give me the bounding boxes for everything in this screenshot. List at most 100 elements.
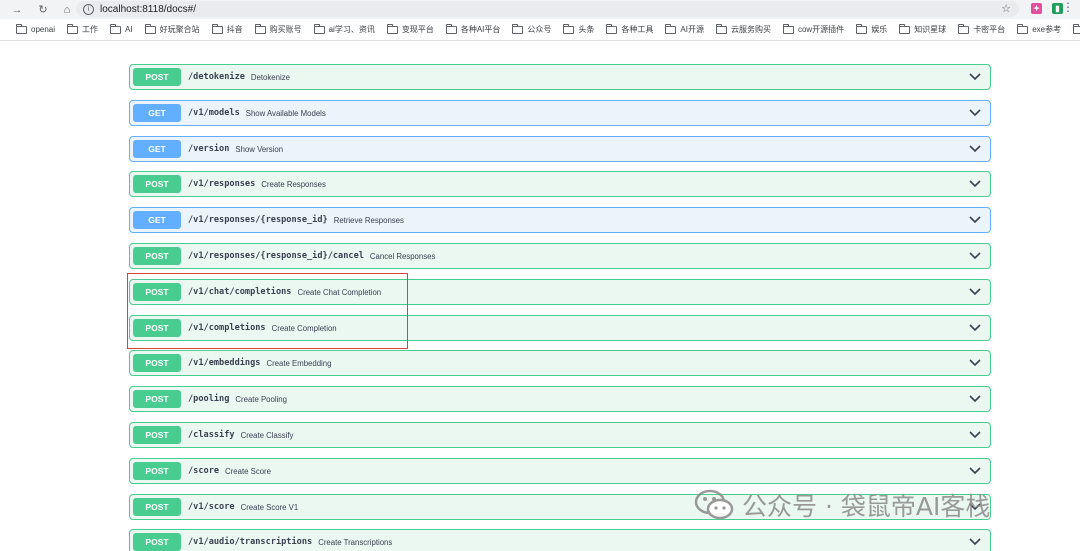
bookmark-label: 公众号	[527, 25, 552, 34]
chevron-down-icon[interactable]	[968, 355, 982, 369]
bookmark-star-icon[interactable]: ☆	[1001, 2, 1011, 15]
endpoint-row[interactable]: GET/v1/responses/{response_id} Retrieve R…	[129, 207, 991, 233]
chevron-down-icon[interactable]	[968, 284, 982, 298]
endpoint-row[interactable]: GET/v1/models Show Available Models	[129, 100, 991, 126]
chevron-down-icon[interactable]	[968, 463, 982, 477]
endpoint-row[interactable]: POST/v1/audio/transcriptions Create Trans…	[129, 529, 991, 551]
method-badge: POST	[133, 426, 181, 444]
bookmark-folder[interactable]: openai	[16, 23, 55, 34]
endpoint-path: /v1/responses/{response_id}	[188, 215, 328, 225]
endpoint-path: /detokenize	[188, 72, 245, 82]
chevron-down-icon[interactable]	[968, 69, 982, 83]
method-badge: GET	[133, 104, 181, 122]
endpoint-row[interactable]: POST/v1/responses/{response_id}/cancel Ca…	[129, 243, 991, 269]
bookmark-label: 知识星球	[914, 25, 947, 34]
site-info-icon[interactable]: i	[83, 3, 94, 15]
endpoint-path: /pooling	[188, 394, 230, 404]
endpoint-summary: Show Available Models	[245, 108, 326, 118]
method-badge: POST	[133, 319, 181, 337]
bookmark-folder[interactable]: 抖音	[211, 23, 243, 35]
endpoint-row[interactable]: POST/pooling Create Pooling	[129, 386, 991, 412]
endpoint-row[interactable]: POST/classify Create Classify	[129, 422, 991, 448]
chevron-down-icon[interactable]	[968, 534, 982, 548]
forward-icon[interactable]: →	[8, 2, 26, 18]
bookmark-label: 好玩聚合站	[159, 25, 200, 34]
folder-icon	[144, 23, 156, 34]
chevron-down-icon[interactable]	[968, 176, 982, 190]
bookmark-folder[interactable]: cow开源插件	[782, 23, 844, 35]
chevron-down-icon[interactable]	[968, 141, 982, 155]
home-icon[interactable]: ⌂	[58, 2, 76, 18]
bookmark-label: 各种工具	[621, 25, 654, 34]
endpoint-path: /classify	[188, 430, 235, 440]
folder-icon	[958, 23, 970, 34]
endpoint-row[interactable]: POST/v1/chat/completions Create Chat Comp…	[129, 279, 991, 305]
endpoint-path: /v1/embeddings	[188, 358, 261, 368]
bookmark-folder[interactable]: 头条	[563, 23, 594, 35]
watermark-text: 公众号 · 袋鼠帝AI客栈	[742, 492, 991, 521]
address-bar[interactable]: i localhost:8118/docs#/ ☆	[76, 1, 1019, 17]
endpoint-summary: Create Classify	[240, 430, 294, 440]
endpoint-summary: Retrieve Responses	[333, 215, 404, 225]
endpoint-row[interactable]: POST/v1/responses Create Responses	[129, 171, 991, 197]
bookmark-folder[interactable]: 娱乐	[856, 23, 887, 35]
endpoint-path: /score	[188, 466, 220, 476]
menu-icon[interactable]: ⋮	[1062, 0, 1074, 14]
folder-icon	[665, 23, 677, 34]
bookmark-folder[interactable]: AI开源	[665, 23, 704, 35]
endpoint-row[interactable]: POST/v1/embeddings Create Embedding	[129, 350, 991, 376]
extension-icon[interactable]: ✦	[1031, 3, 1042, 14]
bookmark-label: 工作	[82, 25, 99, 34]
bookmark-folder[interactable]: 各种工具	[606, 23, 654, 35]
bookmark-folder[interactable]: 源码保护	[1073, 23, 1080, 35]
endpoint-path: /v1/completions	[188, 323, 266, 333]
bookmark-folder[interactable]: 公众号	[512, 23, 552, 35]
bookmark-folder[interactable]: 卡密平台	[958, 23, 1005, 35]
bookmark-folder[interactable]: exe参考	[1017, 23, 1062, 35]
endpoint-row[interactable]: POST/detokenize Detokenize	[129, 64, 991, 90]
endpoint-summary: Create Pooling	[235, 394, 287, 404]
method-badge: POST	[133, 354, 181, 372]
reload-icon[interactable]: ↻	[34, 2, 52, 18]
endpoint-summary: Create Responses	[261, 179, 326, 189]
endpoint-summary: Create Chat Completion	[297, 287, 382, 297]
endpoint-row[interactable]: POST/score Create Score	[129, 458, 991, 484]
chevron-down-icon[interactable]	[968, 248, 982, 262]
chevron-down-icon[interactable]	[968, 212, 982, 226]
bookmark-folder[interactable]: 好玩聚合站	[144, 23, 200, 35]
bookmark-folder[interactable]: 购买账号	[254, 23, 302, 35]
folder-icon	[386, 23, 398, 34]
bookmark-label: ai学习、资讯	[328, 25, 375, 34]
bookmark-label: AI开源	[680, 25, 704, 34]
bookmark-label: exe参考	[1032, 25, 1062, 34]
bookmark-folder[interactable]: 各种AI平台	[445, 23, 500, 35]
bookmark-folder[interactable]: AI	[110, 23, 133, 34]
method-badge: GET	[133, 211, 181, 229]
folder-icon	[715, 23, 727, 34]
endpoint-summary: Create Transcriptions	[318, 537, 393, 547]
bookmark-folder[interactable]: 变现平台	[386, 23, 434, 35]
method-badge: POST	[133, 498, 181, 516]
method-badge: GET	[133, 140, 181, 158]
endpoint-summary: Create Score	[225, 466, 271, 476]
endpoint-path: /v1/score	[188, 502, 235, 512]
bookmark-folder[interactable]: 知识星球	[899, 23, 947, 35]
folder-icon	[211, 23, 223, 34]
endpoint-path: /v1/responses	[188, 179, 256, 189]
endpoint-summary: Create Score V1	[240, 502, 299, 512]
chevron-down-icon[interactable]	[968, 320, 982, 334]
endpoint-row[interactable]: GET/version Show Version	[129, 136, 991, 162]
bookmark-folder[interactable]: 云服务购买	[715, 23, 771, 35]
chevron-down-icon[interactable]	[968, 391, 982, 405]
chevron-down-icon[interactable]	[968, 105, 982, 119]
folder-icon	[782, 23, 794, 34]
bookmark-folder[interactable]: 工作	[67, 23, 99, 35]
folder-icon	[1073, 23, 1080, 34]
bookmark-folder[interactable]: ai学习、资讯	[313, 23, 375, 35]
endpoint-path: /v1/audio/transcriptions	[188, 537, 313, 547]
endpoint-row[interactable]: POST/v1/completions Create Completion	[129, 315, 991, 341]
bookmark-label: AI	[125, 25, 133, 34]
chevron-down-icon[interactable]	[968, 427, 982, 441]
bookmark-label: 抖音	[226, 25, 243, 34]
folder-icon	[254, 23, 266, 34]
